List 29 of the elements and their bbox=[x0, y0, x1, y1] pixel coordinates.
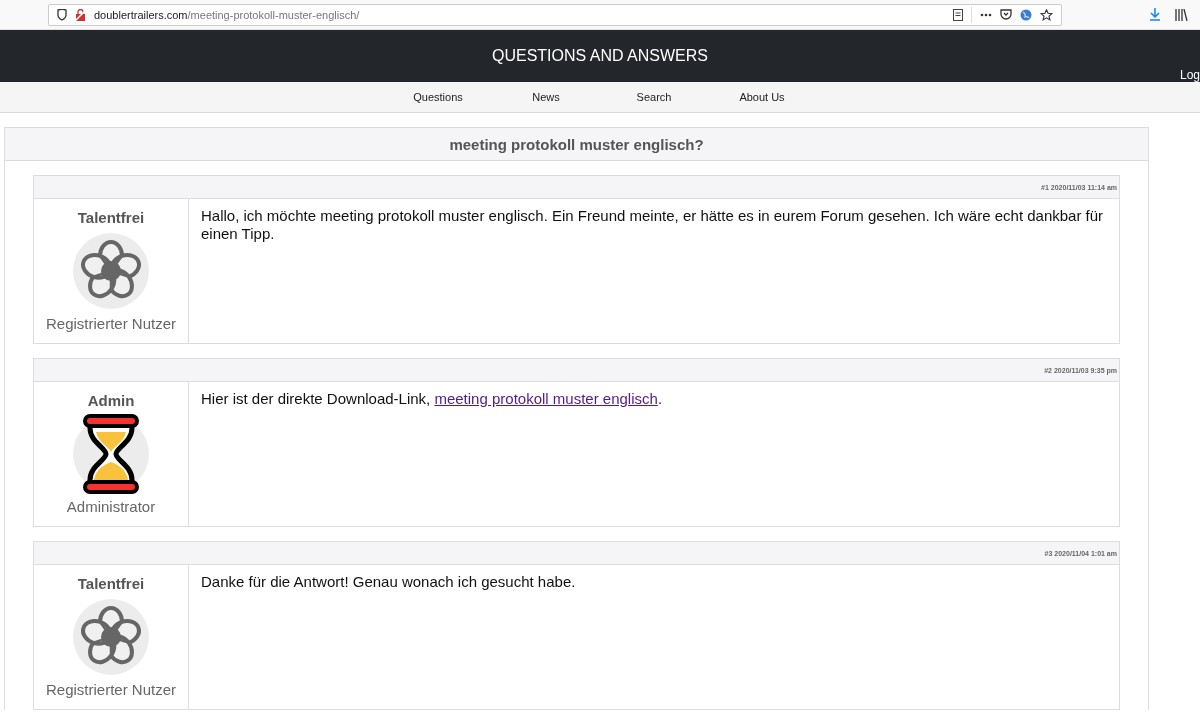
author-name: Talentfrei bbox=[77, 209, 145, 226]
author-name: Talentfrei bbox=[77, 575, 145, 592]
user-role: Administrator bbox=[66, 498, 156, 515]
author-name: Admin bbox=[87, 392, 135, 409]
address-bar[interactable]: doublertrailers.com/meeting-protokoll-muster-englisch/ bbox=[48, 3, 1062, 26]
pocket-icon[interactable] bbox=[1000, 9, 1012, 20]
user-role: Registrierter Nutzer bbox=[45, 681, 176, 698]
hourglass-icon bbox=[80, 412, 142, 496]
globe-icon[interactable] bbox=[1020, 8, 1032, 21]
insecure-lock-icon bbox=[75, 8, 86, 21]
user-role: Registrierter Nutzer bbox=[45, 315, 176, 332]
url-text: doublertrailers.com/meeting-protokoll-muster-englisch/ bbox=[94, 8, 361, 21]
nav-link[interactable]: About Us bbox=[708, 91, 816, 103]
site-title: QUESTIONS AND ANSWERS bbox=[491, 47, 708, 65]
more-icon[interactable] bbox=[980, 12, 992, 17]
download-icon[interactable] bbox=[1149, 8, 1161, 21]
nav-link[interactable]: Questions bbox=[384, 91, 492, 103]
nav-link[interactable]: News bbox=[492, 91, 600, 103]
post-text: Danke für die Antwort! Genau wonach ich gesucht habe. bbox=[200, 572, 577, 592]
post-text: Hier ist der direkte Download-Link, meeting protokoll muster englisch. bbox=[200, 389, 664, 409]
shield-icon bbox=[57, 8, 67, 21]
login-link[interactable]: Log bbox=[1179, 68, 1200, 82]
star-icon[interactable] bbox=[1040, 8, 1053, 21]
library-icon[interactable] bbox=[1175, 8, 1188, 21]
thread-title: meeting protokoll muster englisch? bbox=[5, 128, 1148, 161]
download-link[interactable]: meeting protokoll muster englisch bbox=[434, 390, 658, 407]
nav-link[interactable]: Search bbox=[600, 91, 708, 103]
post-text: Hallo, ich möchte meeting protokoll muster englisch. Ein Freund meinte, er hätte es in eurem Forum gesehen. Ich wäre echt dankbar für einen Tipp. bbox=[200, 206, 1105, 244]
reader-view-icon[interactable] bbox=[953, 8, 963, 21]
